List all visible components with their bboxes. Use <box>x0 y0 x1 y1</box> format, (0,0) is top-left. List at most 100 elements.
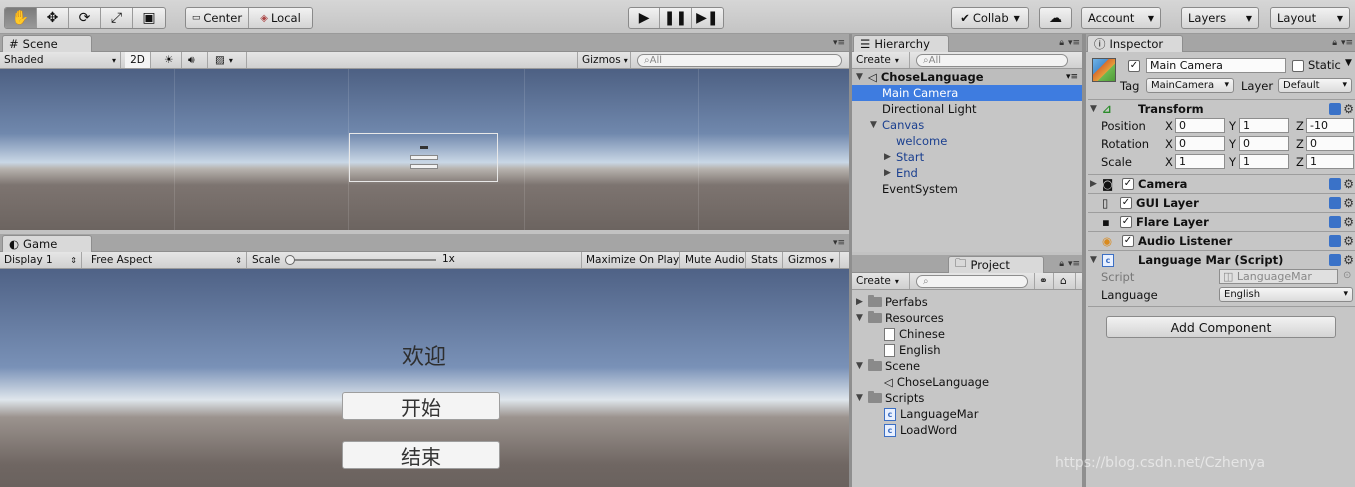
hierarchy-item-eventsystem[interactable]: EventSystem <box>852 181 1082 197</box>
scale-slider[interactable]: Scale 1x <box>248 252 578 268</box>
play-button[interactable]: ▶ <box>629 8 661 28</box>
layer-dropdown[interactable]: Default <box>1278 78 1352 93</box>
tab-game[interactable]: ◐ Game <box>2 235 92 252</box>
rect-tool-icon[interactable]: ▣ <box>133 8 165 28</box>
layout-dropdown[interactable]: Layout ▼ <box>1270 7 1350 29</box>
help-icon[interactable] <box>1329 254 1341 266</box>
collapse-arrow-icon[interactable]: ▶ <box>884 152 896 162</box>
hierarchy-search-input[interactable]: ⌕All <box>916 54 1068 67</box>
rotate-tool-icon[interactable]: ⟳ <box>69 8 101 28</box>
static-dropdown-icon[interactable]: ▼ <box>1345 58 1352 68</box>
panel-menu-icon[interactable]: ▾≡ <box>1068 38 1080 48</box>
lock-icon[interactable]: 🔒︎ <box>1059 259 1064 269</box>
start-button[interactable]: 开始 <box>342 392 500 420</box>
flare-layer-enabled-checkbox[interactable]: ✓ <box>1120 216 1132 228</box>
collapse-arrow-icon[interactable]: ▶ <box>856 297 868 307</box>
expand-arrow-icon[interactable]: ▼ <box>1090 255 1102 265</box>
audio-listener-component-header[interactable]: ◉ ✓ Audio Listener ⚙ <box>1088 231 1355 250</box>
lock-icon[interactable]: 🔒︎ <box>1332 38 1337 48</box>
tab-project[interactable]: 🗀︎ Project <box>948 256 1044 273</box>
object-picker-icon[interactable]: ⊙ <box>1343 270 1351 281</box>
project-file-choselanguage[interactable]: ◁ ChoseLanguage <box>884 374 989 390</box>
hierarchy-item-canvas[interactable]: ▼ Canvas <box>852 117 1082 133</box>
hierarchy-create-dropdown[interactable]: Create ▾ <box>852 52 910 68</box>
position-z-field[interactable]: -10 <box>1306 118 1354 133</box>
active-checkbox[interactable]: ✓ <box>1128 60 1140 72</box>
display-dropdown[interactable]: Display 1 ⇕ <box>0 252 82 268</box>
project-folder-resources[interactable]: ▼ Resources <box>856 310 944 326</box>
toggle-2d-button[interactable]: 2D <box>125 52 151 68</box>
game-gizmos-dropdown[interactable]: Gizmos ▾ <box>784 252 840 268</box>
flare-layer-component-header[interactable]: ▪ ✓ Flare Layer ⚙ <box>1088 212 1355 231</box>
expand-arrow-icon[interactable]: ▼ <box>856 313 868 323</box>
filter-by-type-icon[interactable]: ⚭ <box>1034 273 1054 289</box>
scene-viewport[interactable] <box>0 69 849 230</box>
panel-menu-icon[interactable]: ▾≡ <box>1341 38 1353 48</box>
slider-thumb[interactable] <box>285 255 295 265</box>
scale-tool-icon[interactable]: ⤢ <box>101 8 133 28</box>
pivot-local-button[interactable]: ◈ Local <box>249 8 312 28</box>
project-folder-scripts[interactable]: ▼ Scripts <box>856 390 924 406</box>
transform-header[interactable]: ▼ ⊿ Transform ⚙ <box>1088 99 1355 118</box>
expand-arrow-icon[interactable]: ▼ <box>856 393 868 403</box>
scene-gizmos-dropdown[interactable]: Gizmos ▾ <box>577 52 631 68</box>
lighting-toggle-icon[interactable]: ☀ <box>160 52 182 68</box>
expand-arrow-icon[interactable]: ▼ <box>1090 104 1102 114</box>
cloud-button[interactable]: ☁ <box>1039 7 1072 29</box>
gear-icon[interactable]: ⚙ <box>1343 196 1354 210</box>
tab-scene[interactable]: # Scene <box>2 35 92 52</box>
layers-dropdown[interactable]: Layers ▼ <box>1181 7 1259 29</box>
hierarchy-item-end[interactable]: ▶ End <box>852 165 1082 181</box>
project-create-dropdown[interactable]: Create ▾ <box>852 273 910 289</box>
collapse-arrow-icon[interactable]: ▶ <box>884 168 896 178</box>
scale-z-field[interactable]: 1 <box>1306 154 1354 169</box>
project-folder-perfabs[interactable]: ▶ Perfabs <box>856 294 928 310</box>
help-icon[interactable] <box>1329 103 1341 115</box>
hierarchy-item-main-camera[interactable]: Main Camera <box>852 85 1082 101</box>
object-name-field[interactable]: Main Camera <box>1146 58 1286 73</box>
help-icon[interactable] <box>1329 235 1341 247</box>
effects-dropdown[interactable]: ▨ ▾ <box>211 52 247 68</box>
help-icon[interactable] <box>1329 178 1341 190</box>
project-search-input[interactable]: ⌕ <box>916 275 1028 288</box>
camera-enabled-checkbox[interactable]: ✓ <box>1122 178 1134 190</box>
help-icon[interactable] <box>1329 197 1341 209</box>
expand-arrow-icon[interactable]: ▼ <box>870 120 882 130</box>
end-button[interactable]: 结束 <box>342 441 500 469</box>
project-folder-scene[interactable]: ▼ Scene <box>856 358 920 374</box>
pivot-center-button[interactable]: ▭ Center <box>186 8 250 28</box>
row-menu-icon[interactable]: ▾≡ <box>1066 72 1078 82</box>
gear-icon[interactable]: ⚙ <box>1343 102 1354 116</box>
tag-dropdown[interactable]: MainCamera <box>1146 78 1234 93</box>
position-x-field[interactable]: 0 <box>1175 118 1225 133</box>
help-icon[interactable] <box>1329 216 1341 228</box>
stats-toggle[interactable]: Stats <box>747 252 783 268</box>
panel-menu-icon[interactable]: ▾≡ <box>833 238 845 248</box>
shading-dropdown[interactable]: Shaded ▾ <box>0 52 121 68</box>
audio-toggle-icon[interactable]: 🔊︎ <box>184 52 208 68</box>
camera-component-header[interactable]: ▶ ◙ ✓ Camera ⚙ <box>1088 174 1355 193</box>
language-dropdown[interactable]: English <box>1219 287 1353 302</box>
move-tool-icon[interactable]: ✥ <box>37 8 69 28</box>
gear-icon[interactable]: ⚙ <box>1343 234 1354 248</box>
aspect-dropdown[interactable]: Free Aspect ⇕ <box>87 252 247 268</box>
mute-audio-toggle[interactable]: Mute Audio <box>681 252 746 268</box>
rotation-x-field[interactable]: 0 <box>1175 136 1225 151</box>
scene-root-row[interactable]: ▼ ◁ ChoseLanguage ▾≡ <box>852 69 1082 85</box>
canvas-outline[interactable] <box>349 133 498 182</box>
expand-arrow-icon[interactable]: ▼ <box>856 72 868 82</box>
step-button[interactable]: ▶❚ <box>692 8 723 28</box>
gear-icon[interactable]: ⚙ <box>1343 177 1354 191</box>
expand-arrow-icon[interactable]: ▼ <box>856 361 868 371</box>
gui-layer-enabled-checkbox[interactable]: ✓ <box>1120 197 1132 209</box>
lock-icon[interactable]: 🔒︎ <box>1059 38 1064 48</box>
collab-button[interactable]: ✔ Collab ▼ <box>951 7 1029 29</box>
project-file-english[interactable]: English <box>884 342 941 358</box>
project-file-loadword[interactable]: c LoadWord <box>884 422 957 438</box>
gear-icon[interactable]: ⚙ <box>1343 215 1354 229</box>
maximize-on-play-toggle[interactable]: Maximize On Play <box>581 252 680 268</box>
hierarchy-item-welcome[interactable]: welcome <box>852 133 1082 149</box>
pause-button[interactable]: ❚❚ <box>660 8 692 28</box>
game-viewport[interactable]: 欢迎 开始 结束 <box>0 269 849 487</box>
project-file-languagemar[interactable]: c LanguageMar <box>884 406 978 422</box>
